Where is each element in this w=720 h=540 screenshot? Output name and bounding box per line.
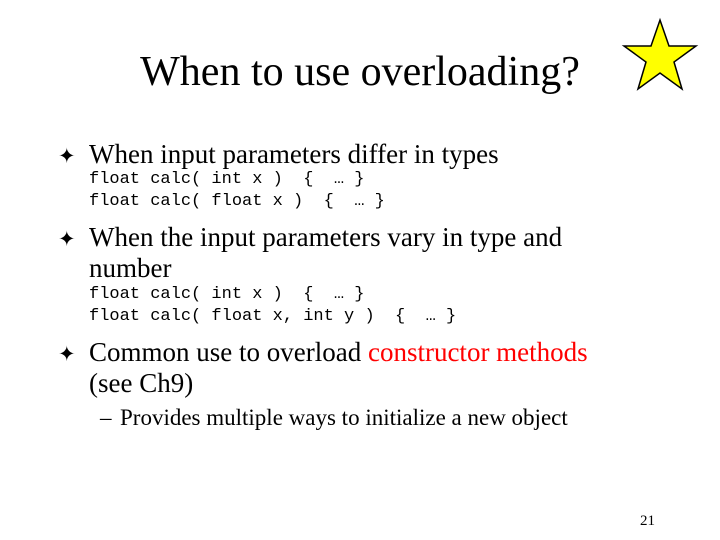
dash-marker: – bbox=[100, 405, 112, 430]
four-point-star-bullet-icon: ✦ bbox=[58, 227, 76, 251]
page-number: 21 bbox=[640, 513, 655, 529]
four-point-star-bullet-icon: ✦ bbox=[58, 342, 76, 366]
code-line: float calc( float x ) { … } bbox=[89, 192, 385, 211]
highlight-constructor-methods: constructor methods bbox=[367, 337, 588, 367]
bullet-text-continued: (see Ch9) bbox=[89, 368, 194, 398]
code-line: float calc( int x ) { … } bbox=[89, 285, 365, 304]
four-point-star-bullet-icon: ✦ bbox=[58, 144, 76, 168]
code-line: float calc( int x ) { … } bbox=[89, 170, 365, 189]
bullet-text: When the input parameters vary in type a… bbox=[89, 222, 563, 252]
bullet-text-prefix: Common use to overload bbox=[89, 337, 368, 367]
subbullet-text: Provides multiple ways to initialize a n… bbox=[120, 405, 568, 430]
bullet-text-continued: number bbox=[89, 253, 172, 283]
star-icon bbox=[621, 17, 699, 91]
slide: When to use overloading? ✦ When input pa… bbox=[0, 0, 720, 540]
slide-title: When to use overloading? bbox=[140, 49, 580, 95]
code-line: float calc( float x, int y ) { … } bbox=[89, 307, 457, 326]
bullet-text: Common use to overload constructor metho… bbox=[89, 337, 659, 368]
subbullet-item: – Provides multiple ways to initialize a … bbox=[100, 404, 568, 432]
bullet-text: When input parameters differ in types bbox=[89, 139, 499, 169]
